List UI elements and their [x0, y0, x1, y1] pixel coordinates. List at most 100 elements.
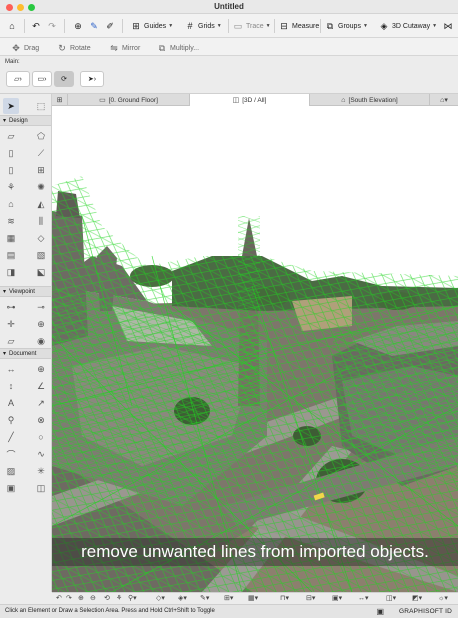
worksheet-icon: ⊕	[37, 318, 45, 329]
tab-views-menu[interactable]: ⌂▾	[430, 94, 458, 106]
toolbox-section-document[interactable]: ▾ Document	[0, 348, 51, 359]
arrow-tool-options-button[interactable]: ➤›	[80, 71, 104, 87]
fill-tool[interactable]: ⚲	[3, 412, 19, 428]
hatch-tool[interactable]: ▨	[3, 463, 19, 479]
3d-cutaway-button[interactable]: ◈ 3D Cutaway ▼	[378, 18, 438, 34]
selection-method-button[interactable]: ▱›	[6, 71, 30, 87]
circle-tool[interactable]: ○	[33, 429, 49, 445]
fit-in-window-button[interactable]: ⚲▾	[128, 594, 137, 602]
level-dimension-tool[interactable]: ↕	[3, 378, 19, 394]
zoom-in-button[interactable]: ⊕	[78, 594, 84, 602]
tab-south-elevation[interactable]: ⌂ [South Elevation]	[310, 94, 430, 106]
rotate-marquee-button[interactable]: ⟳	[54, 71, 74, 87]
grids-button[interactable]: # Grids ▼	[184, 18, 221, 34]
camera-tool[interactable]: ◉	[33, 333, 49, 349]
window-tool[interactable]: ⊞	[33, 162, 49, 178]
skylight-tool[interactable]: ◨	[3, 264, 19, 280]
radial-dimension-tool[interactable]: ⊕	[33, 361, 49, 377]
interior-elevation-tool[interactable]: ✛	[3, 316, 19, 332]
beam-tool[interactable]: ⟋	[33, 145, 49, 161]
pick-up-parameters-button[interactable]: ✎	[88, 18, 100, 34]
measure-button[interactable]: ⊟ Measure	[278, 18, 319, 34]
text-tool[interactable]: A	[3, 395, 19, 411]
toolbox-section-viewpoint[interactable]: ▾ Viewpoint	[0, 286, 51, 297]
railing-tool[interactable]: ⫼	[33, 213, 49, 229]
hotspot-tool[interactable]: ✳	[33, 463, 49, 479]
marquee-tool[interactable]: ⬚	[33, 98, 49, 114]
title-bar: Untitled	[0, 0, 458, 14]
roof-tool[interactable]: ⌂	[3, 196, 19, 212]
layer-combination-button[interactable]: ◈▾	[178, 594, 187, 602]
slab-tool[interactable]: ⬠	[33, 128, 49, 144]
inject-parameters-button[interactable]: ✐	[104, 18, 116, 34]
undo-button[interactable]: ↶	[30, 18, 42, 34]
view-projection-button[interactable]: ◇▾	[156, 594, 165, 602]
rotate-button[interactable]: ↻ Rotate	[56, 40, 90, 56]
door-tool[interactable]: ▯	[3, 162, 19, 178]
marquee-shape-button[interactable]: ▭›	[32, 71, 52, 87]
overflow-button[interactable]: ⋈	[442, 18, 454, 34]
zone-tool[interactable]: ▤	[3, 247, 19, 263]
renovation-filter-button[interactable]: ⊓▾	[280, 594, 289, 602]
polyline-tool[interactable]: ⌒	[3, 446, 19, 462]
dimensioning-button[interactable]: ↔▾	[358, 594, 369, 602]
groups-button[interactable]: ⧉ Groups ▼	[324, 18, 368, 34]
opening-tool[interactable]: ⬕	[33, 264, 49, 280]
status-hint: Click an Element or Draw a Selection Are…	[5, 608, 215, 614]
orbit-button[interactable]: ⟲	[104, 594, 110, 602]
morph-tool[interactable]: ▧	[33, 247, 49, 263]
roof-icon: ⌂	[8, 199, 14, 209]
mesh-tool[interactable]: ◇	[33, 230, 49, 246]
arrow-tool[interactable]: ➤	[3, 98, 19, 114]
redo-view-button[interactable]: ↷	[66, 594, 72, 602]
column-tool[interactable]: ▯	[3, 145, 19, 161]
shell-tool[interactable]: ◭	[33, 196, 49, 212]
graphisoft-id-button[interactable]: GRAPHISOFT ID	[399, 608, 452, 615]
angle-dimension-tool[interactable]: ∠	[33, 378, 49, 394]
graphic-override-button[interactable]: ▦▾	[248, 594, 258, 602]
graphic-override-icon: ▦▾	[248, 595, 259, 602]
spline-icon: ∿	[37, 448, 45, 459]
tab-overview-button[interactable]: ⊞	[52, 94, 68, 106]
section-tool[interactable]: ⊶	[3, 299, 19, 315]
detail-tool[interactable]: ▱	[3, 333, 19, 349]
tab-ground-floor[interactable]: ▭ [0. Ground Floor]	[68, 94, 190, 106]
circle-icon: ○	[38, 432, 44, 442]
sun-button[interactable]: ☼▾	[438, 594, 448, 602]
undo-view-button[interactable]: ↶	[56, 594, 62, 602]
structural-display-button[interactable]: ⊟▾	[306, 594, 315, 602]
line-tool[interactable]: ╱	[3, 429, 19, 445]
lamp-tool[interactable]: ✺	[33, 179, 49, 195]
worksheet-tool[interactable]: ⊕	[33, 316, 49, 332]
explore-button[interactable]: ⚘	[116, 594, 122, 602]
pen-set-button[interactable]: ✎▾	[200, 594, 209, 602]
redo-button[interactable]: ↷	[46, 18, 58, 34]
mirror-button[interactable]: ⇋ Mirror	[108, 40, 140, 56]
3d-style-button[interactable]: ◫▾	[386, 594, 396, 602]
partial-structure-button[interactable]: ▣▾	[332, 594, 342, 602]
wall-tool[interactable]: ▱	[3, 128, 19, 144]
curtain-wall-tool[interactable]: ▦	[3, 230, 19, 246]
rotate-icon: ↻	[58, 42, 66, 53]
tab-3d-all[interactable]: ◫ [3D / All]	[190, 94, 310, 106]
elevation-tool[interactable]: ⊸	[33, 299, 49, 315]
guides-button[interactable]: ⊞ Guides ▼	[130, 18, 173, 34]
trace-button[interactable]: ▭ Trace ▼	[232, 18, 271, 34]
toolbox-section-design[interactable]: ▾ Design	[0, 115, 51, 126]
3d-cutting-planes-button[interactable]: ◩▾	[412, 594, 422, 602]
multiply-button[interactable]: ⧉ Multiply...	[156, 40, 199, 56]
change-tool[interactable]: ◫	[33, 480, 49, 496]
home-button[interactable]: ⌂	[6, 18, 18, 34]
dimension-tool[interactable]: ↔	[3, 361, 19, 377]
3d-viewport[interactable]: remove unwanted lines from imported obje…	[52, 106, 458, 592]
model-view-options-button[interactable]: ⊞▾	[224, 594, 233, 602]
figure-tool[interactable]: ⊗	[33, 412, 49, 428]
find-select-button[interactable]: ⊕	[72, 18, 84, 34]
stair-tool[interactable]: ≋	[3, 213, 19, 229]
drag-button[interactable]: ✥ Drag	[10, 40, 39, 56]
zoom-out-button[interactable]: ⊖	[90, 594, 96, 602]
label-tool[interactable]: ↗	[33, 395, 49, 411]
spline-tool[interactable]: ∿	[33, 446, 49, 462]
drawing-tool[interactable]: ▣	[3, 480, 19, 496]
object-tool[interactable]: ⚘	[3, 179, 19, 195]
